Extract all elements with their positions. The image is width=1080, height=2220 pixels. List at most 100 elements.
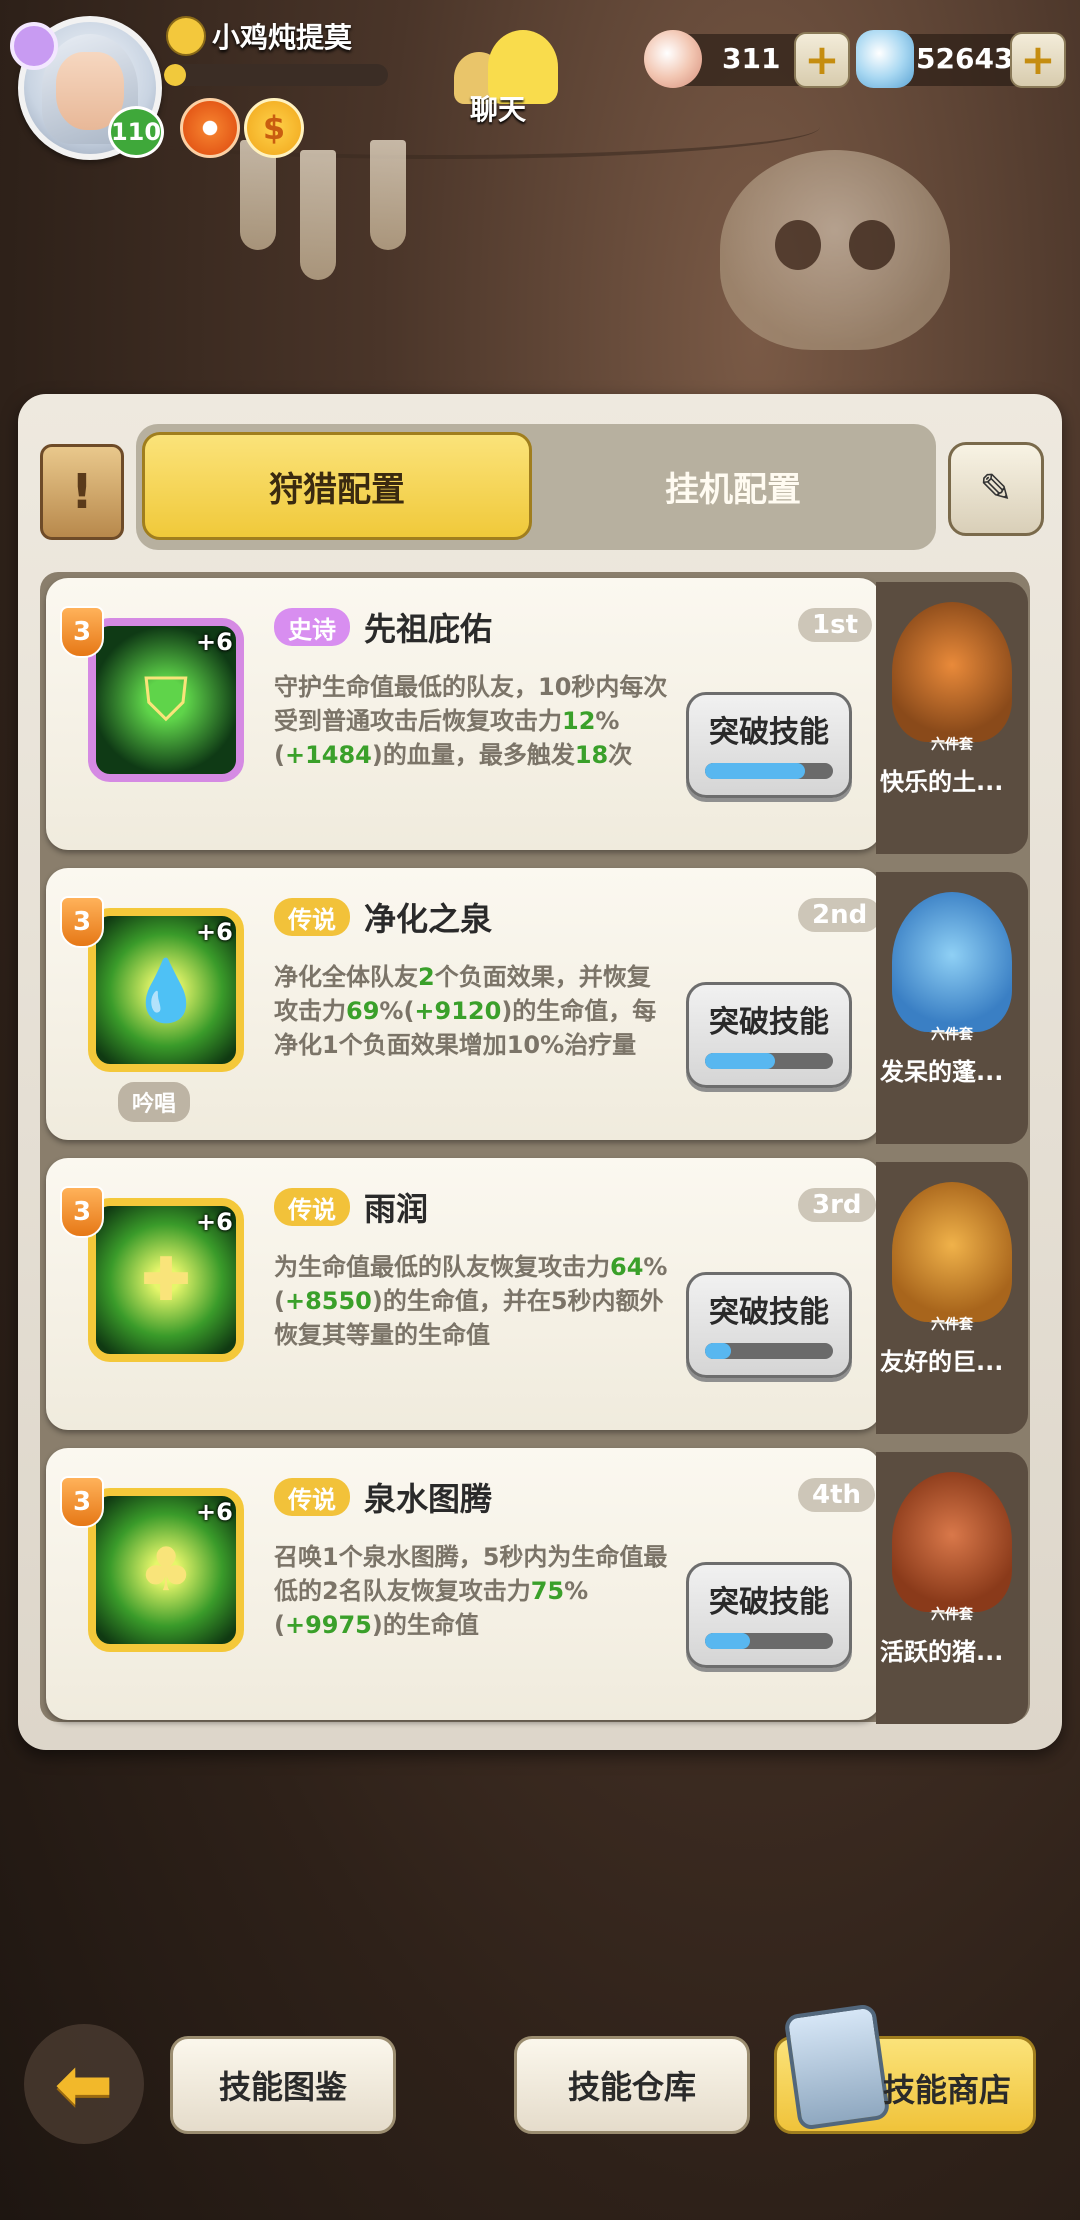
- xp-bar-fill: [164, 64, 187, 86]
- equipped-skin-slot[interactable]: 六件套 快乐的土...: [876, 582, 1028, 854]
- emoji-icon: [166, 16, 206, 56]
- background-tooth: [300, 150, 336, 280]
- skill-description: 守护生命值最低的队友，10秒内每次受到普通攻击后恢复攻击力12%(+1484)的…: [274, 670, 674, 772]
- equipped-skin-slot[interactable]: 六件套 活跃的猪...: [876, 1452, 1028, 1724]
- breakthrough-progress-fill: [705, 1343, 731, 1359]
- breakthrough-progress-fill: [705, 1633, 750, 1649]
- tab-idle-config[interactable]: 挂机配置: [536, 432, 930, 540]
- diamond-currency: 526431 +: [856, 30, 1066, 88]
- skill-order-badge: 3rd: [798, 1188, 876, 1222]
- xp-bar: [164, 64, 388, 86]
- rarity-badge: 史诗: [274, 608, 350, 646]
- equipped-skin-slot[interactable]: 六件套 友好的巨...: [876, 1162, 1028, 1434]
- level-badge: 110: [108, 106, 164, 158]
- add-pearls-button[interactable]: +: [794, 32, 850, 88]
- highlight-value: 75: [530, 1577, 565, 1605]
- skin-character-icon: [892, 1472, 1012, 1612]
- skill-shop-label: 技能商店: [882, 2071, 1011, 2109]
- map-icon[interactable]: ✎: [948, 442, 1044, 536]
- pearl-currency: 311 +: [644, 30, 850, 88]
- skill-plus-level: +6: [196, 1208, 233, 1236]
- chat-label: 聊天: [470, 93, 527, 126]
- skill-plus-level: +6: [196, 1498, 233, 1526]
- vip-medal-icon[interactable]: $: [244, 98, 304, 158]
- skill-card[interactable]: ⛉ 3 +6 史诗 先祖庇佑 1st 守护生命值最低的队友，10秒内每次受到普通…: [46, 578, 881, 850]
- breakthrough-progress: [705, 1343, 833, 1359]
- skill-codex-button[interactable]: 技能图鉴: [170, 2036, 396, 2134]
- breakthrough-label: 突破技能: [709, 1005, 829, 1040]
- skill-card[interactable]: 💧 3 +6 吟唱 传说 净化之泉 2nd 净化全体队友2个负面效果，并恢复攻击…: [46, 868, 882, 1140]
- chant-tag: 吟唱: [118, 1082, 191, 1122]
- skill-description: 为生命值最低的队友恢复攻击力64%(+8550)的生命值，并在5秒内额外恢复其等…: [274, 1250, 674, 1352]
- description-text: )的生命值: [371, 1611, 479, 1639]
- skill-rank-badge: 3: [60, 1186, 104, 1238]
- skill-shop-button[interactable]: 技能商店: [774, 2003, 1036, 2134]
- skill-plus-level: +6: [196, 918, 233, 946]
- rarity-badge: 传说: [274, 898, 350, 936]
- skill-order-badge: 2nd: [798, 898, 882, 932]
- highlight-value: 64: [610, 1253, 644, 1281]
- skill-storage-button[interactable]: 技能仓库: [514, 2036, 750, 2134]
- skin-character-icon: [892, 602, 1012, 742]
- skill-rank-badge: 3: [60, 606, 104, 658]
- breakthrough-button[interactable]: 突破技能: [686, 1562, 852, 1668]
- background-skull: [720, 150, 950, 350]
- avatar-frame-badge-icon: [10, 22, 58, 70]
- highlight-value: +1484: [284, 741, 372, 769]
- skin-character-icon: [892, 1182, 1012, 1322]
- skin-set-label: 六件套: [931, 1607, 973, 1623]
- skill-name: 雨润: [364, 1190, 429, 1228]
- guild-medal-icon[interactable]: [180, 98, 240, 158]
- highlight-value: 12: [562, 707, 596, 735]
- back-button[interactable]: ⬅: [24, 2024, 144, 2144]
- skin-name: 友好的巨...: [880, 1348, 1004, 1376]
- skin-set-label: 六件套: [931, 1027, 973, 1043]
- diamond-icon: [856, 30, 914, 88]
- tab-hunt-config[interactable]: 狩猎配置: [142, 432, 532, 540]
- add-diamonds-button[interactable]: +: [1010, 32, 1066, 88]
- scroll-icon[interactable]: !: [40, 444, 124, 540]
- skin-set-label: 六件套: [931, 1317, 973, 1333]
- description-text: 净化全体队友: [274, 963, 418, 991]
- highlight-value: +9120: [414, 997, 502, 1025]
- breakthrough-label: 突破技能: [709, 1295, 829, 1330]
- skill-description: 净化全体队友2个负面效果，并恢复攻击力69%(+9120)的生命值，每净化1个负…: [274, 960, 674, 1062]
- skill-rank-badge: 3: [60, 1476, 104, 1528]
- highlight-value: 2: [418, 963, 435, 991]
- description-text: )的血量，最多触发: [371, 741, 575, 769]
- skill-plus-level: +6: [196, 628, 233, 656]
- skin-character-icon: [892, 892, 1012, 1032]
- description-text: %(: [379, 997, 415, 1025]
- highlight-value: +8550: [284, 1287, 372, 1315]
- pearl-count: 311: [722, 42, 781, 75]
- background-tooth: [370, 140, 406, 250]
- chat-button[interactable]: 聊天: [450, 26, 570, 126]
- skin-name: 发呆的蓬...: [880, 1058, 1004, 1086]
- description-text: 召唤1个泉水图腾，5秒内为生命值最低的2名队友恢复攻击力: [274, 1543, 668, 1605]
- skill-name: 先祖庇佑: [364, 610, 493, 648]
- skill-card[interactable]: ✚ 3 +6 传说 雨润 3rd 为生命值最低的队友恢复攻击力64%(+8550…: [46, 1158, 881, 1430]
- skill-order-badge: 1st: [798, 608, 872, 642]
- pearl-shell-icon: [644, 30, 702, 88]
- background-rope: [60, 95, 820, 159]
- back-arrow-icon: ⬅: [54, 2043, 114, 2125]
- config-tabs: 狩猎配置 挂机配置: [136, 424, 936, 550]
- breakthrough-progress-fill: [705, 1053, 776, 1069]
- breakthrough-button[interactable]: 突破技能: [686, 692, 852, 798]
- equipped-skin-slot[interactable]: 六件套 发呆的蓬...: [876, 872, 1028, 1144]
- player-name: 小鸡炖提莫: [212, 21, 353, 54]
- breakthrough-label: 突破技能: [709, 1585, 829, 1620]
- skill-name: 净化之泉: [364, 900, 493, 938]
- skin-name: 活跃的猪...: [880, 1638, 1004, 1666]
- description-text: 为生命值最低的队友恢复攻击力: [274, 1253, 610, 1281]
- skill-order-badge: 4th: [798, 1478, 876, 1512]
- breakthrough-button[interactable]: 突破技能: [686, 1272, 852, 1378]
- skill-description: 召唤1个泉水图腾，5秒内为生命值最低的2名队友恢复攻击力75%(+9975)的生…: [274, 1540, 674, 1642]
- highlight-value: +9975: [284, 1611, 372, 1639]
- highlight-value: 18: [574, 741, 609, 769]
- rarity-badge: 传说: [274, 1188, 350, 1226]
- description-text: 次: [608, 741, 633, 769]
- skill-name: 泉水图腾: [364, 1480, 493, 1518]
- skill-card[interactable]: ♣ 3 +6 传说 泉水图腾 4th 召唤1个泉水图腾，5秒内为生命值最低的2名…: [46, 1448, 881, 1720]
- breakthrough-button[interactable]: 突破技能: [686, 982, 852, 1088]
